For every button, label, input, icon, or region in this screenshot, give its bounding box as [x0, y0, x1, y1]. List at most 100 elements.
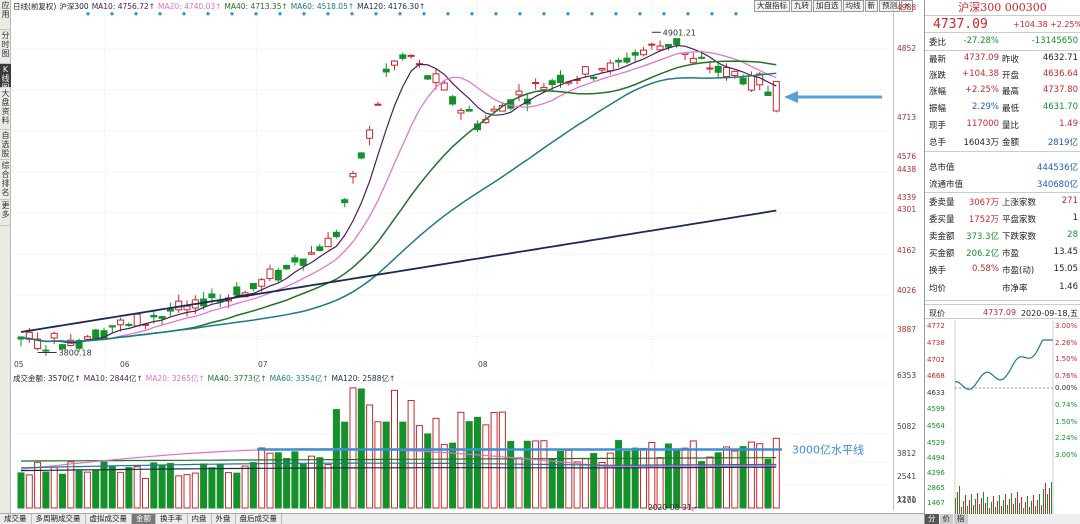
mini-left-tick: 4633 [927, 389, 945, 397]
mini-volume-bar [985, 503, 986, 514]
amount-bar [50, 466, 58, 509]
amount-chart[interactable]: 3000亿水平线 2020-08-31,一 成交金额: 3570亿↑ MA10: 2… [12, 372, 892, 512]
amount-bar [623, 450, 631, 509]
amount-bar [606, 452, 614, 509]
signal-dot [733, 11, 739, 16]
bottom-tab-1[interactable]: 多周期成交量 [32, 514, 86, 524]
amount-tick: 5082 [897, 422, 917, 431]
signal-dot [325, 11, 331, 16]
low-label: 3800.18 [59, 349, 92, 358]
mini-right-tick: 0.00% [1055, 384, 1078, 392]
candle [465, 108, 473, 112]
mini-volume-bar [1017, 492, 1018, 514]
month-label: 07 [258, 360, 268, 369]
month-label: 08 [478, 360, 488, 369]
mini-tab-0[interactable]: 分 [925, 514, 939, 524]
bottom-tab-0[interactable]: 成交量 [0, 514, 32, 524]
left-tab-3[interactable]: 大 盘 资 料 [0, 88, 11, 130]
bottom-tab-3[interactable]: 金额 [132, 514, 156, 524]
legend-item: MA60: 4518.05↑ [290, 2, 355, 11]
amount-bar [34, 461, 42, 509]
candle [366, 129, 374, 139]
quote-label: 委比 [929, 38, 947, 48]
candle [50, 332, 58, 339]
amount-bar [498, 411, 506, 509]
amount-bar [532, 440, 540, 509]
bottom-tab-2[interactable]: 虚拟成交量 [86, 514, 132, 524]
amount-bar [100, 461, 108, 509]
candle [590, 76, 598, 80]
candle [424, 75, 432, 80]
panel-separator [925, 192, 1080, 193]
amount-svg: 3000亿水平线 2020-08-31,一 [12, 383, 892, 512]
quote-row: 换手 0.58% 市盈(动) 15.05 [925, 261, 1080, 277]
left-tab-5[interactable]: 综 合 排 名 [0, 160, 11, 200]
amount-bar [308, 455, 315, 509]
toolbar-button-3[interactable]: 均线 [842, 0, 864, 12]
mini-left-tick: 4529 [927, 439, 945, 447]
candle [548, 80, 556, 86]
quote-label: 卖金额 [929, 232, 955, 242]
toolbar-button-0[interactable]: 大盘指标 [754, 0, 790, 12]
amount-bar [25, 474, 33, 509]
amount-bar [523, 440, 531, 509]
amount-bar [598, 462, 606, 509]
price-tick: 4988 [897, 3, 917, 12]
quote-label: 流通市值 [929, 180, 964, 190]
amount-bar [540, 440, 548, 509]
candle [374, 103, 382, 106]
price-tick: 4576 [897, 152, 917, 161]
mini-volume-bar [963, 501, 964, 514]
candle [233, 286, 241, 296]
bottom-tab-4[interactable]: 换手率 [156, 514, 188, 524]
candle [283, 264, 291, 270]
quote-label: 委买量 [929, 215, 955, 225]
amount-bar [440, 444, 448, 509]
toolbar-button-1[interactable]: 九转 [791, 0, 812, 12]
crosshair-date: 2020-08-31,一 [648, 503, 702, 512]
mini-tab-1[interactable]: 价 [939, 514, 953, 524]
mini-volume-bar [1045, 483, 1046, 514]
bottom-tab-5[interactable]: 内盘 [188, 514, 212, 524]
left-tab-4[interactable]: 自 选 股 [0, 130, 11, 160]
signal-dot [85, 11, 91, 16]
mini-volume-bar [1035, 506, 1036, 514]
kline-chart[interactable]: 4901.21 3800.18 05 06 07 08 日线(前复权) 沪深300 MA10:… [12, 0, 993, 370]
left-tab-6[interactable]: 更 多 [0, 200, 11, 226]
signal-dot [181, 11, 187, 16]
amount-bar [117, 471, 125, 509]
amount-bar [399, 421, 407, 509]
toolbar-button-2[interactable]: 加自选 [813, 0, 842, 12]
candle [673, 38, 681, 45]
amount-bar [67, 461, 75, 509]
candle [349, 172, 357, 178]
bottom-tab-6[interactable]: 外盘 [212, 514, 236, 524]
amount-bar [465, 421, 473, 509]
intraday-mini-chart[interactable]: 4772 4738 4702 4668 4633 4599 4564 4529 4494 4296… [925, 320, 1080, 514]
candle [764, 91, 772, 96]
signal-dot [109, 11, 115, 16]
panel-separator [925, 50, 1080, 51]
quote-row: 最新 4737.09 昨收 4632.71 [925, 50, 1080, 66]
quote-value-right: 4632.71 [1042, 53, 1078, 63]
amount-tick: 3812 [897, 449, 917, 458]
mini-right-tick: 2.26% [1055, 339, 1078, 347]
left-tab-2[interactable]: K 线 图 [0, 64, 11, 92]
bottom-tab-7[interactable]: 盘后成交量 [236, 514, 282, 524]
price-tick: 3887 [897, 325, 917, 334]
signal-dot [133, 11, 139, 16]
amount-bar [557, 450, 564, 509]
left-tab-1[interactable]: 分 时 图 [0, 30, 11, 64]
mini-tab-2[interactable]: 指 [954, 514, 968, 524]
signal-dot [685, 11, 691, 16]
legend-item: MA20: 4740.03↑ [158, 2, 222, 11]
mini-volume-bar [1015, 498, 1016, 514]
amount-bar [92, 469, 100, 509]
mini-right-tick: 3.00% [1055, 322, 1078, 330]
mini-volume-bar [969, 500, 970, 514]
candle [249, 283, 257, 290]
left-tab-0[interactable]: 应 用 [0, 0, 11, 30]
mini-volume-bar [965, 495, 966, 514]
signal-dot [421, 11, 427, 16]
toolbar-button-4[interactable]: 新 [864, 0, 878, 12]
